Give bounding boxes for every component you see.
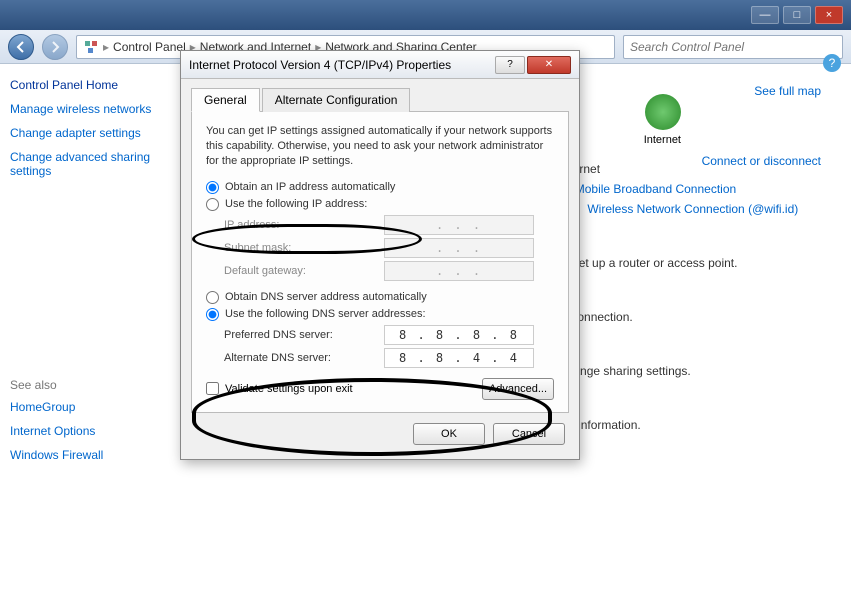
ip-address-input: . . . xyxy=(384,215,534,235)
ip-address-label: IP address: xyxy=(224,219,384,231)
search-input[interactable] xyxy=(630,40,836,54)
crumb-control-panel[interactable]: Control Panel xyxy=(113,40,186,54)
advanced-button[interactable]: Advanced... xyxy=(482,378,554,400)
dialog-button-row: OK Cancel xyxy=(191,413,569,449)
radio-ip-auto[interactable] xyxy=(206,181,219,194)
dialog-titlebar[interactable]: Internet Protocol Version 4 (TCP/IPv4) P… xyxy=(181,51,579,79)
minimize-button[interactable]: — xyxy=(751,6,779,24)
radio-ip-manual-label[interactable]: Use the following IP address: xyxy=(225,198,367,210)
internet-globe-icon xyxy=(645,94,681,130)
sidebar-item-wireless[interactable]: Manage wireless networks xyxy=(10,102,170,116)
forward-button[interactable] xyxy=(42,34,68,60)
network-icon xyxy=(83,39,99,55)
subnet-input: . . . xyxy=(384,238,534,258)
see-full-map-link[interactable]: See full map xyxy=(754,84,821,98)
arrow-left-icon xyxy=(15,41,27,53)
cancel-button[interactable]: Cancel xyxy=(493,423,565,445)
sidebar: Control Panel Home Manage wireless netwo… xyxy=(0,64,180,598)
tab-alternate[interactable]: Alternate Configuration xyxy=(262,88,411,112)
radio-dns-manual-label[interactable]: Use the following DNS server addresses: xyxy=(225,308,426,320)
pref-dns-input[interactable]: 8 . 8 . 8 . 8 xyxy=(384,325,534,345)
help-icon[interactable]: ? xyxy=(823,54,841,72)
seealso-firewall[interactable]: Windows Firewall xyxy=(10,448,170,462)
radio-ip-manual[interactable] xyxy=(206,198,219,211)
dialog-help-button[interactable]: ? xyxy=(495,56,525,74)
validate-checkbox[interactable] xyxy=(206,382,219,395)
search-box[interactable] xyxy=(623,35,843,59)
connection-wifi[interactable]: Wireless Network Connection (@wifi.id) xyxy=(587,202,798,216)
radio-dns-auto-label[interactable]: Obtain DNS server address automatically xyxy=(225,291,427,303)
dialog-title: Internet Protocol Version 4 (TCP/IPv4) P… xyxy=(189,58,451,72)
seealso-label: See also xyxy=(10,378,170,392)
ipv4-properties-dialog: Internet Protocol Version 4 (TCP/IPv4) P… xyxy=(180,50,580,460)
dialog-tabs: General Alternate Configuration xyxy=(191,87,569,112)
connection-mobile[interactable]: Mobile Broadband Connection xyxy=(575,182,736,196)
gateway-label: Default gateway: xyxy=(224,265,384,277)
tab-panel-general: You can get IP settings assigned automat… xyxy=(191,112,569,413)
dialog-close-button[interactable]: ✕ xyxy=(527,56,571,74)
intro-text: You can get IP settings assigned automat… xyxy=(206,124,554,169)
close-button[interactable]: × xyxy=(815,6,843,24)
alt-dns-label: Alternate DNS server: xyxy=(224,352,384,364)
internet-label: Internet xyxy=(644,134,681,146)
gateway-input: . . . xyxy=(384,261,534,281)
connect-disconnect-link[interactable]: Connect or disconnect xyxy=(702,154,821,168)
subnet-label: Subnet mask: xyxy=(224,242,384,254)
seealso-homegroup[interactable]: HomeGroup xyxy=(10,400,170,414)
sidebar-item-sharing[interactable]: Change advanced sharing settings xyxy=(10,150,170,178)
maximize-button[interactable]: □ xyxy=(783,6,811,24)
radio-dns-manual[interactable] xyxy=(206,308,219,321)
pref-dns-label: Preferred DNS server: xyxy=(224,329,384,341)
radio-ip-auto-label[interactable]: Obtain an IP address automatically xyxy=(225,181,395,193)
sidebar-home[interactable]: Control Panel Home xyxy=(10,78,170,92)
alt-dns-input[interactable]: 8 . 8 . 4 . 4 xyxy=(384,348,534,368)
ok-button[interactable]: OK xyxy=(413,423,485,445)
back-button[interactable] xyxy=(8,34,34,60)
seealso-internet-options[interactable]: Internet Options xyxy=(10,424,170,438)
tab-general[interactable]: General xyxy=(191,88,260,112)
arrow-right-icon xyxy=(49,41,61,53)
validate-label[interactable]: Validate settings upon exit xyxy=(225,383,353,395)
sidebar-item-adapter[interactable]: Change adapter settings xyxy=(10,126,170,140)
window-titlebar: — □ × xyxy=(0,0,851,30)
radio-dns-auto[interactable] xyxy=(206,291,219,304)
